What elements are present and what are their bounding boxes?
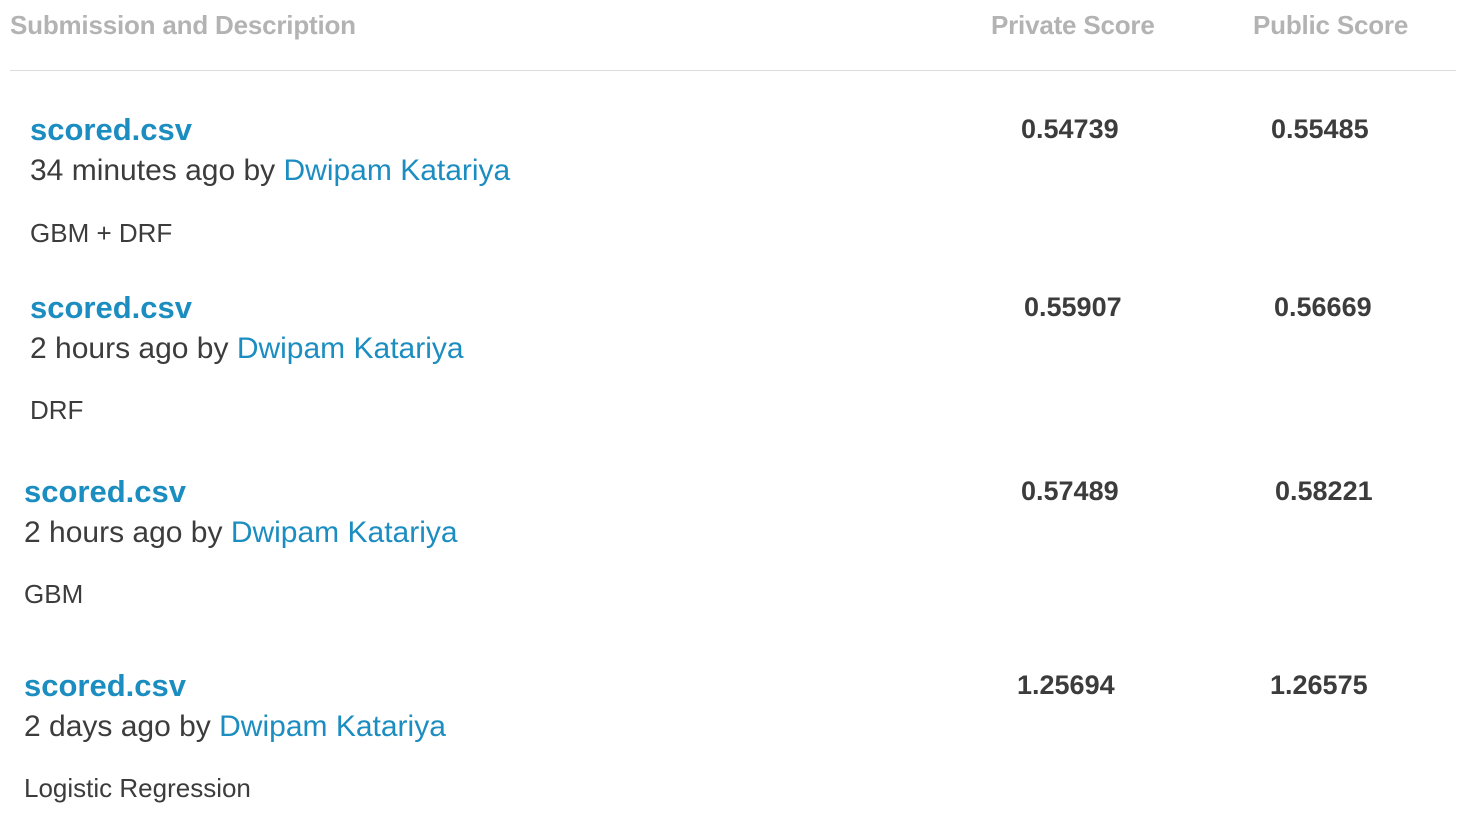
- submission-meta: 34 minutes ago by Dwipam Katariya: [30, 154, 510, 188]
- public-score: 0.56669: [1274, 292, 1372, 322]
- private-score: 1.25694: [1017, 670, 1115, 700]
- column-header-description[interactable]: Submission and Description: [10, 10, 356, 41]
- submission-time: 2 hours ago by: [30, 332, 237, 365]
- submission-time: 2 hours ago by: [24, 516, 231, 549]
- author-link[interactable]: Dwipam Katariya: [219, 710, 446, 743]
- public-score: 0.55485: [1271, 114, 1369, 144]
- author-link[interactable]: Dwipam Katariya: [231, 516, 458, 549]
- author-link[interactable]: Dwipam Katariya: [237, 332, 464, 365]
- submission-description: GBM + DRF: [30, 218, 173, 248]
- submission-description: DRF: [30, 395, 84, 425]
- private-score: 0.57489: [1021, 476, 1119, 506]
- column-header-private-score[interactable]: Private Score: [991, 10, 1155, 41]
- submission-time: 34 minutes ago by: [30, 154, 284, 187]
- submission-file-link[interactable]: scored.csv: [24, 474, 186, 510]
- submission-file-link[interactable]: scored.csv: [30, 112, 192, 148]
- private-score: 0.54739: [1021, 114, 1119, 144]
- submission-description: GBM: [24, 579, 84, 609]
- private-score: 0.55907: [1024, 292, 1122, 322]
- submission-meta: 2 hours ago by Dwipam Katariya: [30, 332, 464, 366]
- submission-description: Logistic Regression: [24, 773, 251, 803]
- submission-file-link[interactable]: scored.csv: [30, 290, 192, 326]
- submission-meta: 2 days ago by Dwipam Katariya: [24, 710, 446, 744]
- public-score: 1.26575: [1270, 670, 1368, 700]
- column-header-public-score[interactable]: Public Score: [1253, 10, 1408, 41]
- public-score: 0.58221: [1275, 476, 1373, 506]
- author-link[interactable]: Dwipam Katariya: [284, 154, 511, 187]
- submission-meta: 2 hours ago by Dwipam Katariya: [24, 516, 458, 550]
- submission-file-link[interactable]: scored.csv: [24, 668, 186, 704]
- table-header: Submission and Description Private Score…: [10, 0, 1456, 71]
- submission-time: 2 days ago by: [24, 710, 220, 743]
